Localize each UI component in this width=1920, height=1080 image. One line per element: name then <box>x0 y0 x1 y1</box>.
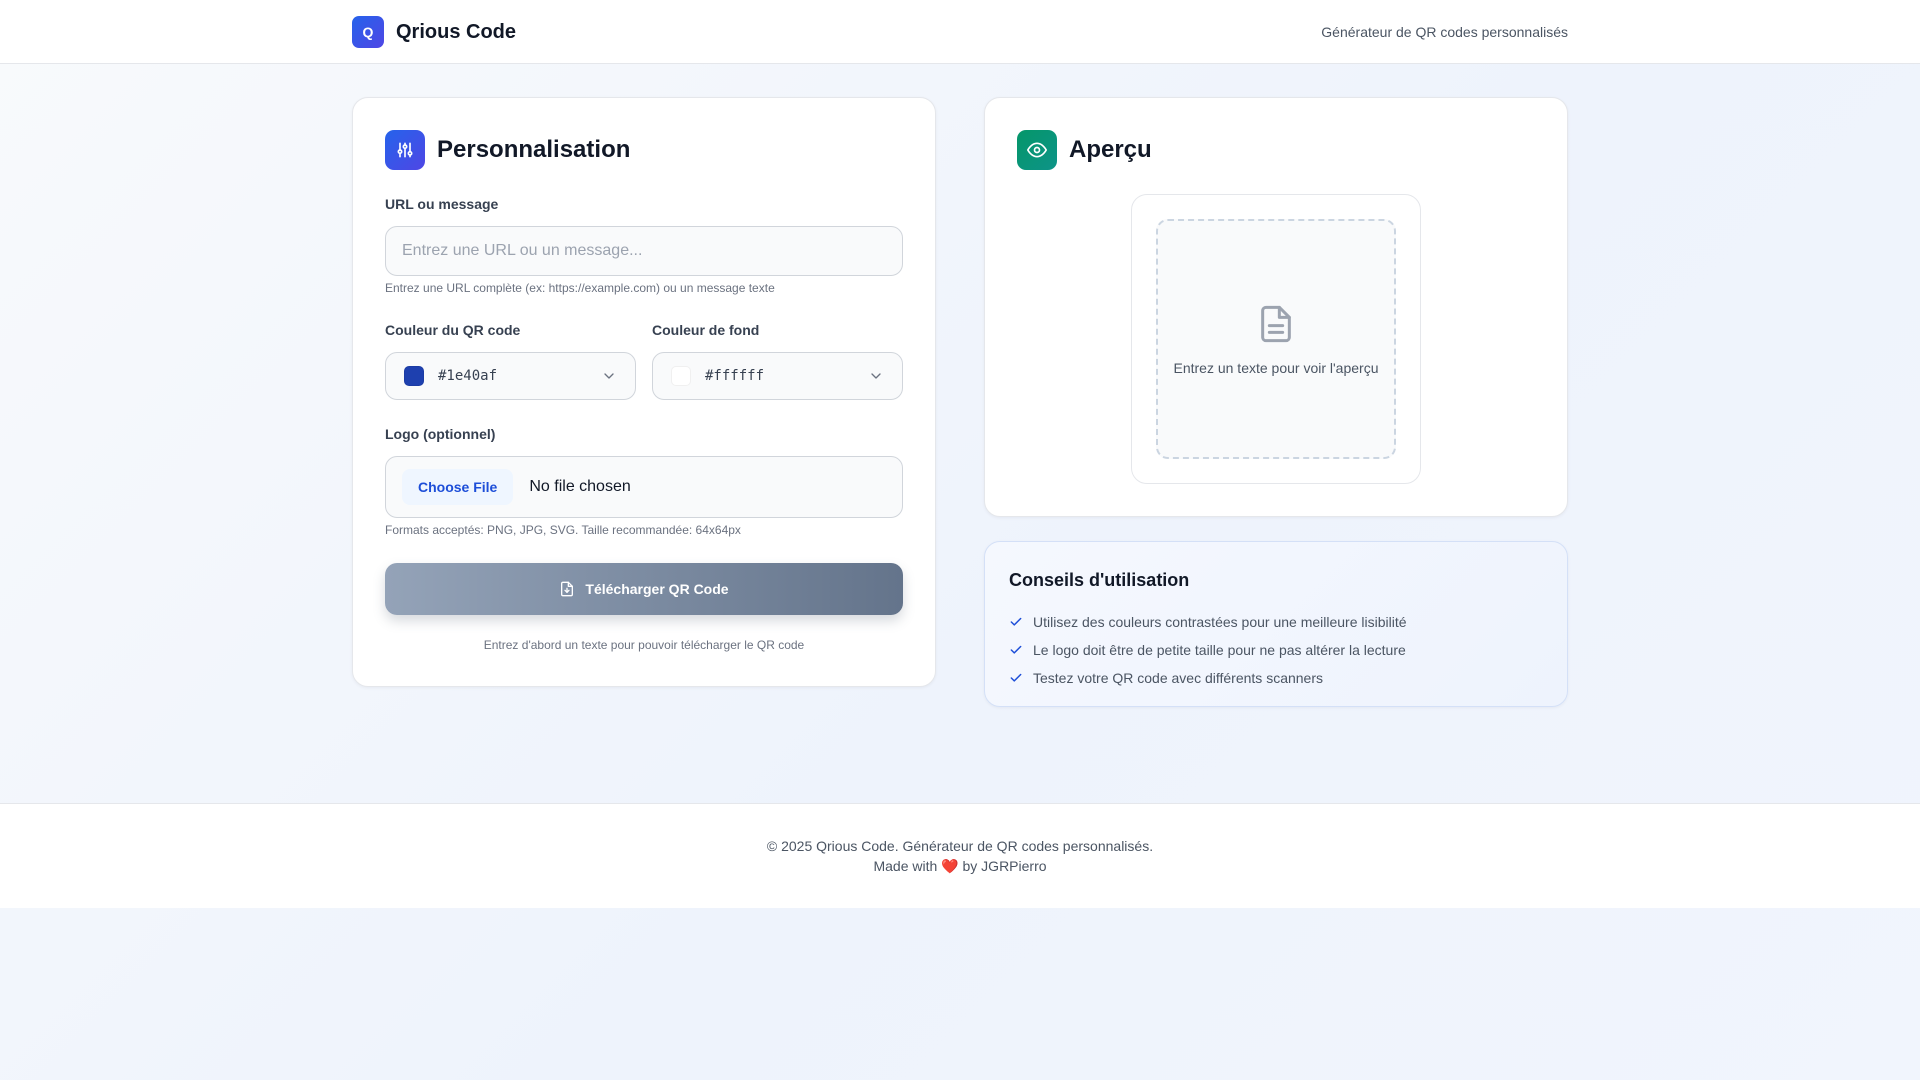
check-icon <box>1010 673 1022 682</box>
footer-copyright: © 2025 Qrious Code. Générateur de QR cod… <box>766 837 1154 854</box>
check-icon <box>1010 617 1022 626</box>
customization-title: Personnalisation <box>437 136 631 163</box>
download-label: Télécharger QR Code <box>585 581 729 597</box>
bg-color-label: Couleur de fond <box>652 322 760 338</box>
url-input[interactable] <box>385 226 903 276</box>
brand[interactable]: Q Qrious Code <box>352 16 516 48</box>
logo-label: Logo (optionnel) <box>385 426 496 442</box>
check-icon <box>1010 645 1022 654</box>
tip-text: Le logo doit être de petite taille pour … <box>1033 642 1406 658</box>
bg-color-select[interactable]: #ffffff <box>652 352 903 400</box>
customization-title-row: Personnalisation <box>385 130 630 170</box>
preview-title: Aperçu <box>1069 136 1152 163</box>
list-item: Testez votre QR code avec différents sca… <box>1009 664 1407 692</box>
brand-name: Qrious Code <box>396 20 517 43</box>
qr-color-label: Couleur du QR code <box>385 322 521 338</box>
sliders-icon <box>385 130 425 170</box>
tip-text: Utilisez des couleurs contrastées pour u… <box>1033 614 1407 630</box>
made-with-text: Made with <box>873 857 938 874</box>
qr-color-value: #1e40af <box>438 368 498 384</box>
qr-color-swatch <box>404 366 424 386</box>
file-status: No file chosen <box>529 478 631 495</box>
qr-color-select[interactable]: #1e40af <box>385 352 636 400</box>
tip-text: Testez votre QR code avec différents sca… <box>1033 670 1323 686</box>
chevron-down-icon <box>604 373 614 379</box>
logo-file-input[interactable]: Choose File No file chosen <box>385 456 903 518</box>
list-item: Le logo doit être de petite taille pour … <box>1009 636 1407 664</box>
bg-color-value: #ffffff <box>705 368 765 384</box>
preview-frame: Entrez un texte pour voir l'aperçu <box>1131 194 1421 484</box>
preview-card: Aperçu Entrez un texte pour voir l'aperç… <box>984 97 1568 517</box>
footer-credit: Made with ❤️ by JGRPierro <box>873 858 1046 875</box>
chevron-down-icon <box>871 373 881 379</box>
header-tagline: Générateur de QR codes personnalisés <box>1321 24 1568 40</box>
preview-title-row: Aperçu <box>1017 130 1152 170</box>
customization-card: Personnalisation URL ou message Entrez u… <box>352 97 936 687</box>
app-footer: © 2025 Qrious Code. Générateur de QR cod… <box>0 803 1920 908</box>
preview-empty-text: Entrez un texte pour voir l'aperçu <box>1173 360 1379 376</box>
header-inner: Q Qrious Code Générateur de QR codes per… <box>352 0 1568 64</box>
tips-list: Utilisez des couleurs contrastées pour u… <box>1009 608 1407 692</box>
tips-card: Conseils d'utilisation Utilisez des coul… <box>984 541 1568 707</box>
document-icon <box>1261 305 1291 343</box>
list-item: Utilisez des couleurs contrastées pour u… <box>1009 608 1407 636</box>
logo-hint: Formats acceptés: PNG, JPG, SVG. Taille … <box>385 523 741 537</box>
download-note: Entrez d'abord un texte pour pouvoir tél… <box>483 638 805 652</box>
preview-placeholder: Entrez un texte pour voir l'aperçu <box>1156 219 1396 459</box>
app-header: Q Qrious Code Générateur de QR codes per… <box>0 0 1920 64</box>
tips-title: Conseils d'utilisation <box>1009 570 1190 590</box>
url-hint: Entrez une URL complète (ex: https://exa… <box>385 281 775 295</box>
download-qr-button[interactable]: Télécharger QR Code <box>385 563 903 615</box>
file-download-icon <box>561 581 574 597</box>
author-text: by JGRPierro <box>962 857 1047 874</box>
bg-color-swatch <box>671 366 691 386</box>
brand-logo: Q <box>352 16 384 48</box>
url-label: URL ou message <box>385 196 499 212</box>
heart-icon: ❤️ <box>941 857 959 874</box>
eye-icon <box>1017 130 1057 170</box>
choose-file-button[interactable]: Choose File <box>402 469 514 505</box>
